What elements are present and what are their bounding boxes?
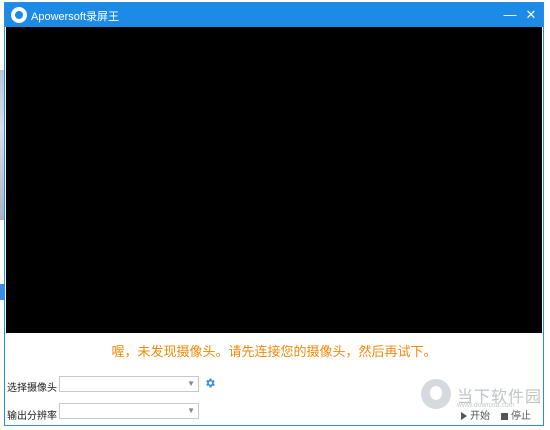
no-camera-message: 喔，未发现摄像头。请先连接您的摄像头，然后再试下。 <box>111 344 437 359</box>
camera-select-label: 选择摄像头 <box>7 383 57 394</box>
chevron-down-icon: ▼ <box>187 379 195 388</box>
close-button[interactable]: ✕ <box>520 3 542 27</box>
stop-button-label: 停止 <box>511 411 531 422</box>
start-button-label: 开始 <box>470 411 490 422</box>
play-icon <box>461 412 467 420</box>
gear-icon[interactable] <box>204 377 216 389</box>
camera-select[interactable]: ▼ <box>59 376 199 392</box>
app-logo-icon <box>11 7 27 23</box>
camera-recorder-window: Apowersoft录屏王 — ✕ 喔，未发现摄像头。请先连接您的摄像头，然后再… <box>4 2 544 426</box>
chevron-down-icon: ▼ <box>187 406 195 415</box>
stop-icon <box>501 413 508 420</box>
title-bar: Apowersoft录屏王 — ✕ <box>5 3 543 27</box>
camera-preview <box>6 27 542 333</box>
window-title: Apowersoft录屏王 <box>31 11 120 23</box>
start-button[interactable]: 开始 <box>461 407 490 422</box>
watermark-logo-icon <box>421 379 451 409</box>
resolution-select-label: 输出分辨率 <box>7 411 57 422</box>
stop-button[interactable]: 停止 <box>501 407 531 422</box>
minimize-button[interactable]: — <box>499 3 521 27</box>
resolution-select[interactable]: ▼ <box>59 403 199 419</box>
